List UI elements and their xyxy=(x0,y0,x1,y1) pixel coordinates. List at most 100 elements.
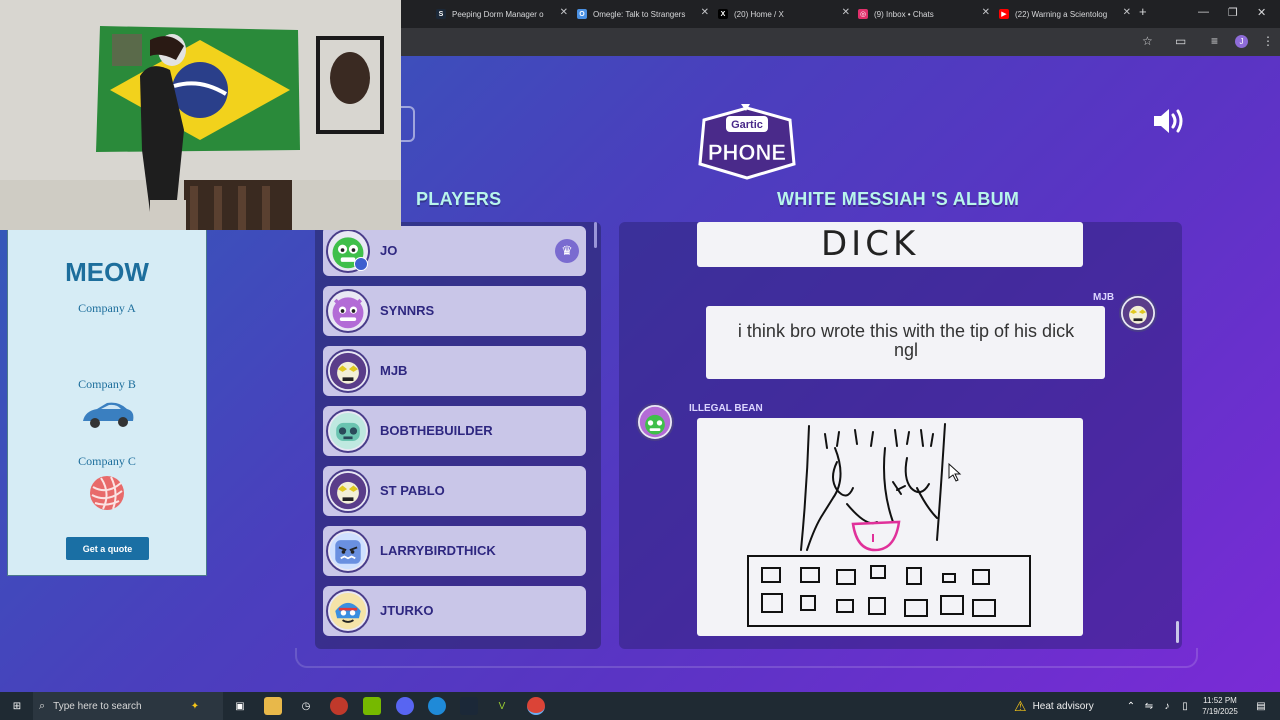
player-card[interactable]: LARRYBIRDTHICK xyxy=(323,526,586,576)
steam-icon[interactable] xyxy=(460,697,478,715)
player-card[interactable]: BOBTHEBUILDER xyxy=(323,406,586,456)
avatar xyxy=(326,589,370,633)
sound-icon[interactable] xyxy=(1152,106,1186,136)
close-icon[interactable]: ✕ xyxy=(560,7,568,18)
steam-icon: S xyxy=(436,9,446,19)
taskbar-clock[interactable]: 11:52 PM 7/19/2025 xyxy=(1196,695,1244,717)
media-control-icon[interactable]: ≡ xyxy=(1211,34,1218,48)
player-drawing xyxy=(747,423,1031,627)
edge-icon[interactable] xyxy=(428,697,446,715)
players-scrollbar[interactable] xyxy=(594,222,597,248)
discord-icon[interactable] xyxy=(396,697,414,715)
browser-tab[interactable]: O Omegle: Talk to Strangers ✕ xyxy=(577,3,709,25)
tab-title: (22) Warning a Scientolog xyxy=(1015,9,1108,19)
gartic-phone-logo: Gartic PHONE xyxy=(698,104,796,180)
nvidia-icon[interactable] xyxy=(363,697,381,715)
tab-title: (20) Home / X xyxy=(734,9,784,19)
player-card[interactable]: JTURKO xyxy=(323,586,586,636)
menu-icon[interactable]: ⋮ xyxy=(1262,34,1274,48)
x-icon: X xyxy=(718,9,728,19)
app-icon[interactable] xyxy=(330,697,348,715)
album-scrollbar[interactable] xyxy=(1176,621,1179,643)
close-icon[interactable]: ✕ xyxy=(982,7,990,18)
ad-panel: MEOW Company A Company B Company C Get a… xyxy=(7,228,207,576)
network-icon[interactable]: ⇋ xyxy=(1140,697,1158,715)
tray-expand-icon[interactable]: ⌃ xyxy=(1122,697,1140,715)
player-card[interactable]: JO ♛ xyxy=(323,226,586,276)
weather-widget[interactable]: ⚠ Heat advisory xyxy=(1014,692,1094,720)
players-list: JO ♛ SYNNRS MJB BOBTHEBUILDER ST PABLO L… xyxy=(315,222,601,649)
browser-tab[interactable]: S Peeping Dorm Manager o ✕ xyxy=(436,3,568,25)
avatar xyxy=(326,409,370,453)
profile-avatar[interactable]: J xyxy=(1235,35,1248,48)
album-entry-drawing-card xyxy=(697,418,1083,636)
player-name: JTURKO xyxy=(380,603,434,618)
close-icon[interactable]: ✕ xyxy=(701,7,709,18)
handwritten-text: DICK xyxy=(821,224,920,264)
svg-text:PHONE: PHONE xyxy=(708,140,786,165)
player-card[interactable]: ST PABLO xyxy=(323,466,586,516)
album-panel: DICK MJB i think bro wrote this with the… xyxy=(619,222,1182,649)
windows-taskbar: ⊞ ⌕ Type here to search ✦ ▣ ◷ V ⚠ Heat a… xyxy=(0,692,1280,720)
player-name: JO xyxy=(380,243,398,258)
task-view-icon[interactable]: ▣ xyxy=(231,697,249,715)
avatar xyxy=(636,403,674,441)
warning-icon: ⚠ xyxy=(1014,697,1027,714)
player-name: ST PABLO xyxy=(380,483,445,498)
entry-author: ILLEGAL BEAN xyxy=(689,403,763,414)
company-a-label: Company A xyxy=(78,301,136,315)
battery-icon[interactable]: ▯ xyxy=(1176,697,1194,715)
browser-tab[interactable]: ▶ (22) Warning a Scientolog ✕ xyxy=(999,3,1131,25)
car-icon xyxy=(83,402,134,428)
entry-author: MJB xyxy=(1093,292,1115,303)
user-badge-icon xyxy=(354,257,368,271)
browser-tab[interactable]: X (20) Home / X ✕ xyxy=(718,3,850,25)
ad-title: MEOW xyxy=(65,257,149,287)
sparkle-icon[interactable]: ✦ xyxy=(186,697,204,715)
company-b-label: Company B xyxy=(78,377,136,391)
clock-time: 11:52 PM xyxy=(1203,696,1237,705)
close-icon[interactable]: ✕ xyxy=(842,7,850,18)
get-quote-button[interactable]: Get a quote xyxy=(66,537,149,560)
bookmark-star-icon[interactable]: ☆ xyxy=(1142,34,1153,48)
file-explorer-icon[interactable] xyxy=(264,697,282,715)
clock-date: 7/19/2025 xyxy=(1202,707,1238,716)
notifications-icon[interactable]: ▤ xyxy=(1252,697,1270,715)
cast-icon[interactable]: ▭ xyxy=(1175,34,1186,48)
crown-icon: ♛ xyxy=(555,239,579,263)
yarn-ball-icon xyxy=(90,476,124,510)
clock-app-icon[interactable]: ◷ xyxy=(297,697,315,715)
windows-start-icon[interactable]: ⊞ xyxy=(8,697,26,715)
player-name: BOBTHEBUILDER xyxy=(380,423,493,438)
minimize-icon[interactable]: — xyxy=(1198,6,1209,18)
player-card[interactable]: SYNNRS xyxy=(323,286,586,336)
album-entry-guess-card: i think bro wrote this with the tip of h… xyxy=(706,306,1105,379)
svg-text:Gartic: Gartic xyxy=(731,119,763,131)
close-window-icon[interactable]: ✕ xyxy=(1257,6,1266,19)
company-c-label: Company C xyxy=(78,454,136,468)
album-heading: WHITE MESSIAH 'S ALBUM xyxy=(777,189,1020,209)
tab-title: Omegle: Talk to Strangers xyxy=(593,9,686,19)
search-placeholder: Type here to search xyxy=(53,700,142,712)
avatar xyxy=(326,349,370,393)
restore-icon[interactable]: ❐ xyxy=(1228,6,1238,19)
avatar xyxy=(326,469,370,513)
omegle-icon: O xyxy=(577,9,587,19)
chrome-icon[interactable] xyxy=(527,697,545,715)
browser-tab[interactable]: ◎ (9) Inbox • Chats ✕ xyxy=(858,3,990,25)
player-name: LARRYBIRDTHICK xyxy=(380,543,496,558)
volume-icon[interactable]: ♪ xyxy=(1158,697,1176,715)
album-entry-text-card: DICK xyxy=(697,222,1083,267)
webcam-feed xyxy=(0,0,401,230)
weather-text: Heat advisory xyxy=(1032,700,1094,712)
vim-icon[interactable]: V xyxy=(493,697,511,715)
search-icon: ⌕ xyxy=(39,699,46,712)
avatar xyxy=(326,529,370,573)
new-tab-icon[interactable]: + xyxy=(1139,4,1147,19)
tab-title: (9) Inbox • Chats xyxy=(874,9,934,19)
player-card[interactable]: MJB xyxy=(323,346,586,396)
players-heading: PLAYERS xyxy=(416,189,502,209)
youtube-icon: ▶ xyxy=(999,9,1009,19)
tab-title: Peeping Dorm Manager o xyxy=(452,9,544,19)
close-icon[interactable]: ✕ xyxy=(1123,7,1131,18)
